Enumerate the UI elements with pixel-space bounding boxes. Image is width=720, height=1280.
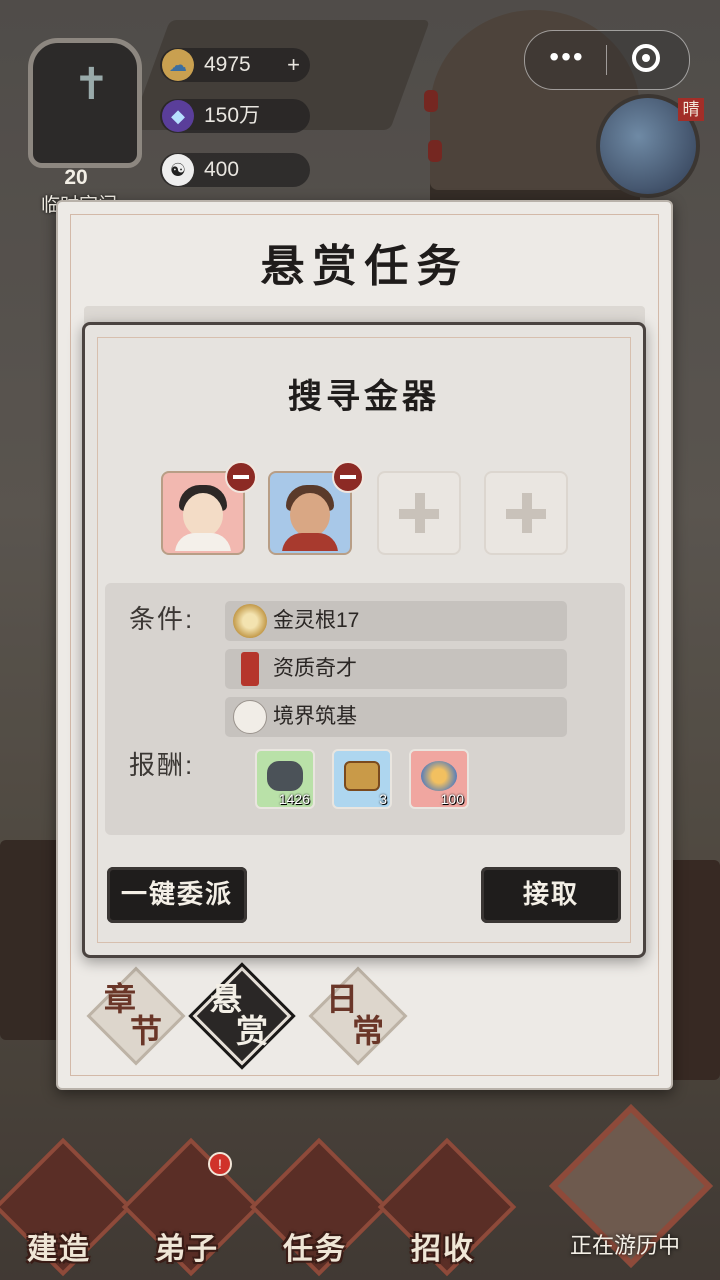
condition-text: 金灵根17: [273, 609, 360, 632]
spirit-cloud-icon: ☁: [162, 49, 194, 81]
day-clock[interactable]: 晴: [596, 94, 704, 198]
resource-value: 400: [204, 158, 240, 181]
yin-yang-icon: ☯: [162, 154, 194, 186]
panel-title: 悬赏任务: [260, 241, 469, 292]
travel-button[interactable]: 正在游历中: [545, 1103, 714, 1270]
weather-tag: 晴: [678, 98, 704, 121]
nav-label: 任务: [283, 1233, 347, 1266]
task-title: 搜寻金器: [288, 377, 440, 417]
resource-spirit-stone[interactable]: ☁ 4975 +: [160, 48, 310, 82]
portrait-body: [282, 533, 338, 551]
remove-disciple-button[interactable]: [332, 461, 364, 493]
nav-disciples[interactable]: ! 弟子: [121, 1137, 261, 1277]
capsule-divider: [606, 45, 607, 75]
task-dialog: 搜寻金器 条件: 金灵根17 资质奇才 境界筑基 报酬: 1426 3 100 …: [82, 322, 646, 958]
accept-button[interactable]: 接取: [481, 867, 621, 923]
add-disciple-icon-bar: [506, 509, 546, 519]
resource-yin-yang: ☯ 400: [160, 153, 310, 187]
tab-label-2: 节: [130, 1012, 163, 1050]
ore-icon: [267, 761, 303, 791]
condition-text: 境界筑基: [273, 705, 357, 728]
add-disciple-icon-bar: [399, 509, 439, 519]
notification-badge: !: [208, 1152, 232, 1176]
conditions-label: 条件:: [129, 604, 195, 634]
close-target-icon[interactable]: [632, 44, 660, 72]
sect-badge[interactable]: ✝ 20 临时宗门: [18, 18, 142, 218]
disciple-slot-4[interactable]: [484, 471, 568, 555]
tab-label-2: 常: [352, 1012, 385, 1050]
reward-item-chest[interactable]: 3: [332, 749, 392, 809]
portrait-face: [290, 493, 330, 537]
disciple-slot-3[interactable]: [377, 471, 461, 555]
nav-label: 弟子: [155, 1233, 219, 1266]
nav-label: 建造: [27, 1233, 91, 1266]
talent-seal-icon: [241, 652, 259, 686]
condition-row: 金灵根17: [225, 601, 567, 641]
nav-build[interactable]: 建造: [0, 1137, 133, 1277]
sect-level: 20: [64, 166, 88, 189]
tab-chapter[interactable]: 章 节: [86, 966, 186, 1066]
reward-item-spirit-cloud[interactable]: 100: [409, 749, 469, 809]
condition-row: 境界筑基: [225, 697, 567, 737]
meditation-icon: [233, 700, 267, 734]
nav-label: 招收: [411, 1233, 475, 1266]
resource-value: 4975: [204, 53, 251, 76]
condition-row: 资质奇才: [225, 649, 567, 689]
reward-item-ore[interactable]: 1426: [255, 749, 315, 809]
rewards-label: 报酬:: [129, 750, 195, 780]
tab-bounty[interactable]: 悬 赏: [192, 966, 292, 1066]
sect-emblem: ✝: [28, 38, 142, 168]
purple-crystal-icon: ◆: [162, 100, 194, 132]
travel-label: 正在游历中: [569, 1233, 680, 1258]
portrait-body: [175, 533, 231, 551]
reward-count: 100: [440, 791, 464, 807]
resource-crystal: ◆ 150万: [160, 99, 310, 133]
nav-recruit[interactable]: 招收: [377, 1137, 517, 1277]
disciple-slot-1[interactable]: [161, 461, 257, 555]
reward-count: 3: [379, 791, 387, 807]
mini-program-capsule: •••: [524, 30, 690, 90]
disciple-slot-2[interactable]: [268, 461, 364, 555]
reward-count: 1426: [278, 791, 310, 807]
tab-daily[interactable]: 日 常: [308, 966, 408, 1066]
auto-assign-button[interactable]: 一键委派: [107, 867, 247, 923]
remove-disciple-button[interactable]: [225, 461, 257, 493]
spirit-cloud-icon: [421, 761, 457, 791]
more-menu-icon[interactable]: •••: [537, 39, 597, 75]
treasure-chest-icon: [344, 761, 380, 791]
add-resource-button[interactable]: +: [287, 48, 300, 82]
sword-emblem-icon: ✝: [73, 60, 110, 109]
condition-text: 资质奇才: [273, 657, 357, 680]
tab-label-2: 赏: [236, 1012, 269, 1050]
resource-value: 150万: [204, 104, 261, 127]
portrait-face: [183, 493, 223, 537]
nav-tasks[interactable]: 任务: [249, 1137, 389, 1277]
gold-spirit-root-icon: [233, 604, 267, 638]
